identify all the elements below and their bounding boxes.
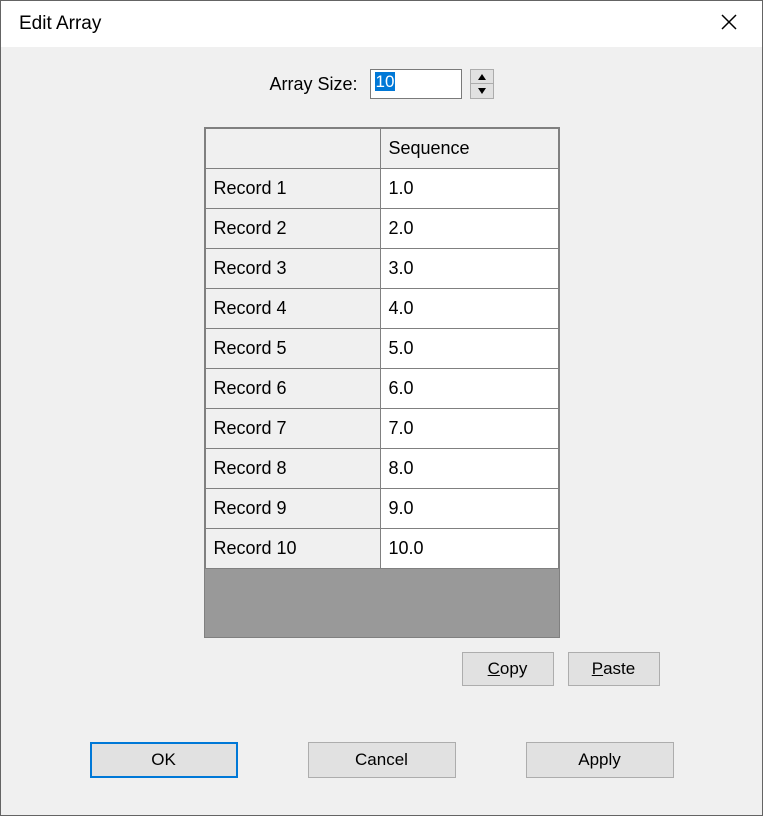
cell-value[interactable]: 4.0 — [380, 289, 558, 329]
array-size-spinner — [470, 69, 494, 99]
ok-button[interactable]: OK — [90, 742, 238, 778]
table-row: Record 7 7.0 — [205, 409, 558, 449]
array-size-input[interactable]: 10 — [370, 69, 462, 99]
spinner-up-button[interactable] — [471, 70, 493, 84]
cell-value[interactable]: 6.0 — [380, 369, 558, 409]
table-row: Record 9 9.0 — [205, 489, 558, 529]
row-header[interactable]: Record 7 — [205, 409, 380, 449]
table-empty-area — [205, 569, 559, 637]
cancel-button[interactable]: Cancel — [308, 742, 456, 778]
paste-button[interactable]: Paste — [568, 652, 660, 686]
titlebar: Edit Array — [1, 1, 762, 47]
table-row: Record 6 6.0 — [205, 369, 558, 409]
spinner-down-button[interactable] — [471, 84, 493, 98]
row-header[interactable]: Record 10 — [205, 529, 380, 569]
close-button[interactable] — [714, 11, 744, 37]
row-header[interactable]: Record 9 — [205, 489, 380, 529]
apply-button[interactable]: Apply — [526, 742, 674, 778]
table-row: Record 10 10.0 — [205, 529, 558, 569]
array-size-row: Array Size: 10 — [269, 69, 493, 99]
dialog-title: Edit Array — [19, 13, 101, 35]
dialog-content: Array Size: 10 Sequence — [1, 47, 762, 815]
cell-value[interactable]: 9.0 — [380, 489, 558, 529]
array-table-body: Record 1 1.0 Record 2 2.0 Record 3 3.0 R… — [205, 169, 558, 569]
row-header[interactable]: Record 1 — [205, 169, 380, 209]
table-row: Record 8 8.0 — [205, 449, 558, 489]
array-size-label: Array Size: — [269, 74, 357, 95]
row-header[interactable]: Record 4 — [205, 289, 380, 329]
cell-value[interactable]: 3.0 — [380, 249, 558, 289]
table-corner-header — [205, 129, 380, 169]
table-row: Record 1 1.0 — [205, 169, 558, 209]
cell-value[interactable]: 5.0 — [380, 329, 558, 369]
chevron-down-icon — [478, 88, 486, 94]
cell-value[interactable]: 7.0 — [380, 409, 558, 449]
row-header[interactable]: Record 3 — [205, 249, 380, 289]
cell-value[interactable]: 10.0 — [380, 529, 558, 569]
array-table: Sequence Record 1 1.0 Record 2 2.0 Recor… — [205, 128, 559, 569]
chevron-up-icon — [478, 74, 486, 80]
copy-paste-row: Copy Paste — [104, 652, 660, 686]
edit-array-dialog: Edit Array Array Size: 10 — [0, 0, 763, 816]
column-header-sequence[interactable]: Sequence — [380, 129, 558, 169]
table-row: Record 4 4.0 — [205, 289, 558, 329]
cell-value[interactable]: 1.0 — [380, 169, 558, 209]
table-row: Record 3 3.0 — [205, 249, 558, 289]
row-header[interactable]: Record 8 — [205, 449, 380, 489]
row-header[interactable]: Record 5 — [205, 329, 380, 369]
row-header[interactable]: Record 6 — [205, 369, 380, 409]
cell-value[interactable]: 8.0 — [380, 449, 558, 489]
array-size-input-wrap: 10 — [370, 69, 494, 99]
table-row: Record 5 5.0 — [205, 329, 558, 369]
row-header[interactable]: Record 2 — [205, 209, 380, 249]
cell-value[interactable]: 2.0 — [380, 209, 558, 249]
dialog-button-row: OK Cancel Apply — [90, 742, 674, 778]
copy-button[interactable]: Copy — [462, 652, 554, 686]
close-icon — [720, 13, 738, 31]
array-table-wrap: Sequence Record 1 1.0 Record 2 2.0 Recor… — [204, 127, 560, 638]
table-row: Record 2 2.0 — [205, 209, 558, 249]
